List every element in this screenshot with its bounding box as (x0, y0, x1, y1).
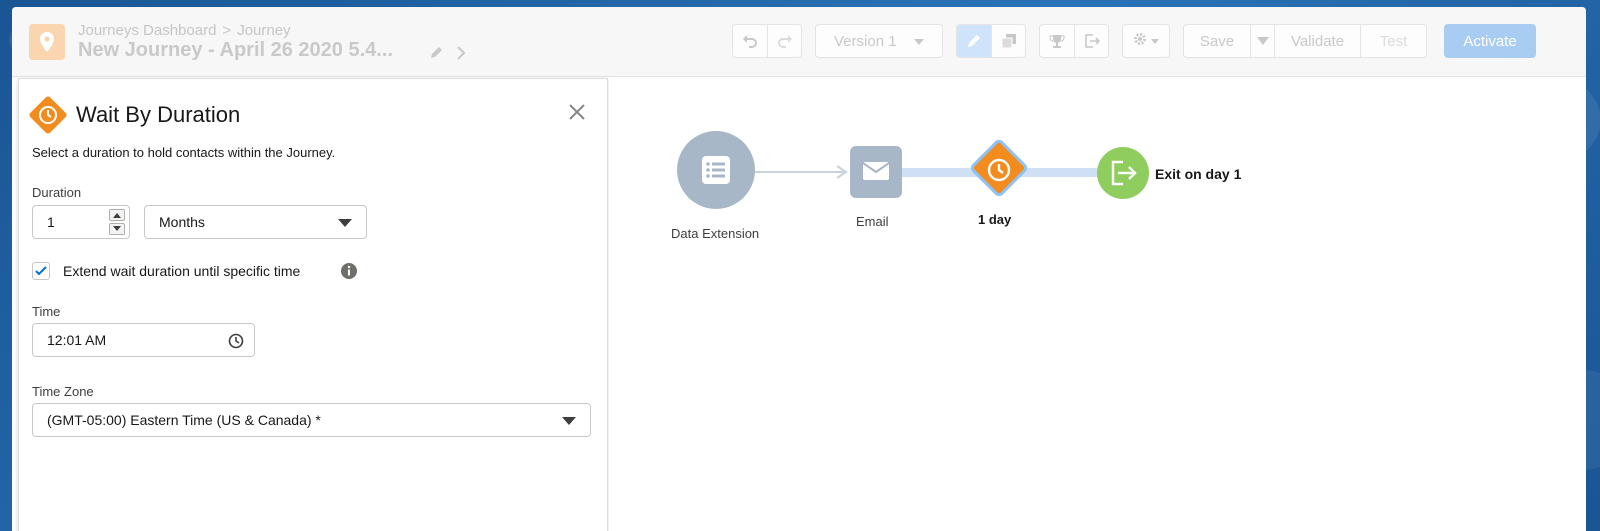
time-input[interactable]: 12:01 AM (32, 323, 255, 357)
panel-title: Wait By Duration (76, 102, 241, 127)
wait-config-panel: Wait By Duration Select a duration to ho… (18, 78, 608, 531)
version-dropdown[interactable]: Version 1 (815, 24, 943, 58)
wait-label: 1 day (978, 212, 1012, 227)
duration-unit-value: Months (159, 214, 205, 230)
validate-button[interactable]: Validate (1274, 25, 1360, 57)
journey-builder-window: Journeys Dashboard > Journey New Journey -… (12, 7, 1586, 531)
duration-value: 1 (47, 214, 55, 230)
duration-label: Duration (32, 185, 82, 200)
duration-spinner[interactable] (109, 209, 125, 235)
save-button[interactable]: Save (1184, 25, 1250, 57)
duration-unit-select[interactable]: Months (144, 205, 367, 239)
pencil-icon[interactable] (430, 45, 444, 64)
extend-wait-label: Extend wait duration until specific time (63, 263, 301, 279)
exit-criteria-icon[interactable] (1074, 25, 1108, 57)
envelope-icon (862, 162, 890, 180)
copy-icon[interactable] (991, 25, 1025, 57)
clock-icon[interactable] (228, 333, 244, 352)
chevron-right-icon[interactable] (456, 45, 466, 66)
email-node (850, 146, 902, 198)
edit-mode-icon[interactable] (957, 25, 992, 57)
chevron-down-icon (914, 39, 924, 45)
timezone-select[interactable]: (GMT-05:00) Eastern Time (US & Canada) * (32, 403, 591, 437)
breadcrumb-separator: > (222, 22, 232, 39)
wait-node (970, 139, 1028, 197)
journey-header: Journeys Dashboard > Journey New Journey -… (12, 7, 1586, 77)
decrement-icon[interactable] (109, 223, 125, 235)
journey-canvas[interactable]: Data Extension Email 1 day Exit on day 1 (609, 78, 1586, 531)
exit-label: Exit on day 1 (1155, 166, 1242, 182)
redo-icon[interactable] (767, 25, 801, 57)
gear-icon (1133, 32, 1147, 50)
exit-node (1097, 147, 1149, 199)
duration-stepper[interactable]: 1 (32, 205, 130, 239)
save-validate-test-group: Save Validate Test (1183, 24, 1427, 58)
breadcrumb-current: Journey (237, 22, 291, 39)
trophy-icon[interactable] (1040, 25, 1074, 57)
save-menu-button[interactable] (1250, 25, 1274, 57)
mode-toggle-group (956, 24, 1026, 58)
breadcrumb-dashboard-link[interactable]: Journeys Dashboard (78, 22, 216, 39)
close-icon[interactable] (568, 103, 586, 126)
undo-redo-group (732, 24, 802, 58)
list-icon (702, 156, 730, 184)
test-button[interactable]: Test (1360, 25, 1426, 57)
chevron-down-icon (338, 219, 352, 227)
increment-icon[interactable] (109, 209, 125, 221)
timezone-value: (GMT-05:00) Eastern Time (US & Canada) * (47, 412, 321, 428)
time-label: Time (32, 304, 61, 319)
timezone-label: Time Zone (32, 384, 94, 399)
info-icon[interactable] (340, 262, 358, 285)
data-extension-node (677, 131, 755, 209)
extend-wait-checkbox[interactable] (32, 262, 50, 280)
clock-icon (25, 92, 71, 143)
undo-icon[interactable] (733, 25, 767, 57)
journey-flow (677, 131, 1149, 209)
settings-dropdown[interactable] (1122, 24, 1170, 58)
chevron-down-icon (1151, 38, 1159, 44)
data-extension-label: Data Extension (671, 226, 760, 241)
activate-button[interactable]: Activate (1444, 24, 1536, 58)
version-label: Version 1 (834, 32, 897, 50)
breadcrumb: Journeys Dashboard > Journey (78, 22, 291, 39)
journey-title: New Journey - April 26 2020 5.4... (78, 39, 393, 61)
email-label: Email (856, 214, 889, 229)
chevron-down-icon (1256, 37, 1269, 45)
goal-exit-group (1039, 24, 1109, 58)
panel-description: Select a duration to hold contacts withi… (32, 145, 336, 160)
chevron-down-icon (562, 417, 576, 425)
time-value: 12:01 AM (47, 332, 107, 348)
map-pin-icon (29, 24, 65, 60)
